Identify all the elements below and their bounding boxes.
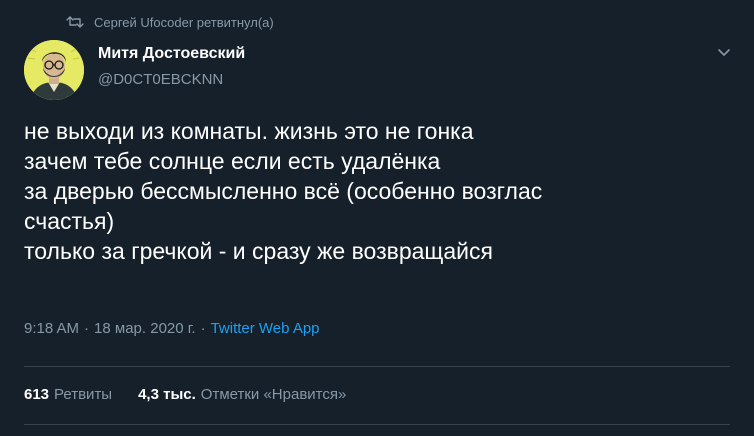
retweets-stat[interactable]: 613 Ретвиты [24, 386, 112, 403]
tweet-time[interactable]: 9:18 AM [24, 320, 79, 337]
likes-count: 4,3 тыс. [138, 386, 196, 403]
meta-separator: · [84, 320, 90, 337]
tweet-line: не выходи из комнаты. жизнь это не гонка [24, 118, 474, 144]
retweets-count: 613 [24, 386, 50, 403]
tweet-line: счастья) [24, 208, 115, 234]
tweet-meta: 9:18 AM · 18 мар. 2020 г. · Twitter Web … [24, 320, 320, 337]
author-handle[interactable]: @D0CT0EBCKNN [98, 70, 245, 90]
likes-stat[interactable]: 4,3 тыс. Отметки «Нравится» [138, 386, 346, 403]
divider [24, 366, 730, 367]
author-block[interactable]: Митя Достоевский @D0CT0EBCKNN [98, 44, 245, 90]
avatar[interactable] [24, 40, 84, 100]
tweet-text: не выходи из комнаты. жизнь это не гонка… [24, 116, 724, 266]
retweets-label: Ретвиты [54, 386, 113, 403]
divider [24, 424, 730, 425]
tweet-source-link[interactable]: Twitter Web App [211, 320, 320, 337]
likes-label: Отметки «Нравится» [200, 386, 347, 403]
tweet-line: зачем тебе солнце если есть удалёнка [24, 148, 441, 174]
retweet-context[interactable]: Сергей Ufocoder ретвитнул(а) [66, 12, 274, 32]
retweet-label: Сергей Ufocoder ретвитнул(а) [94, 14, 274, 30]
tweet-date[interactable]: 18 мар. 2020 г. [94, 320, 196, 337]
chevron-down-icon[interactable] [716, 44, 732, 60]
meta-separator: · [200, 320, 206, 337]
author-name[interactable]: Митя Достоевский [98, 44, 245, 64]
tweet-card: Сергей Ufocoder ретвитнул(а) Митя Достое… [0, 0, 754, 436]
avatar-illustration [24, 40, 84, 100]
retweet-icon [66, 14, 84, 30]
tweet-line: за дверью бессмысленно всё (особенно воз… [24, 178, 543, 204]
tweet-line: только за гречкой - и сразу же возвращай… [24, 238, 493, 264]
tweet-stats: 613 Ретвиты 4,3 тыс. Отметки «Нравится» [24, 386, 372, 403]
